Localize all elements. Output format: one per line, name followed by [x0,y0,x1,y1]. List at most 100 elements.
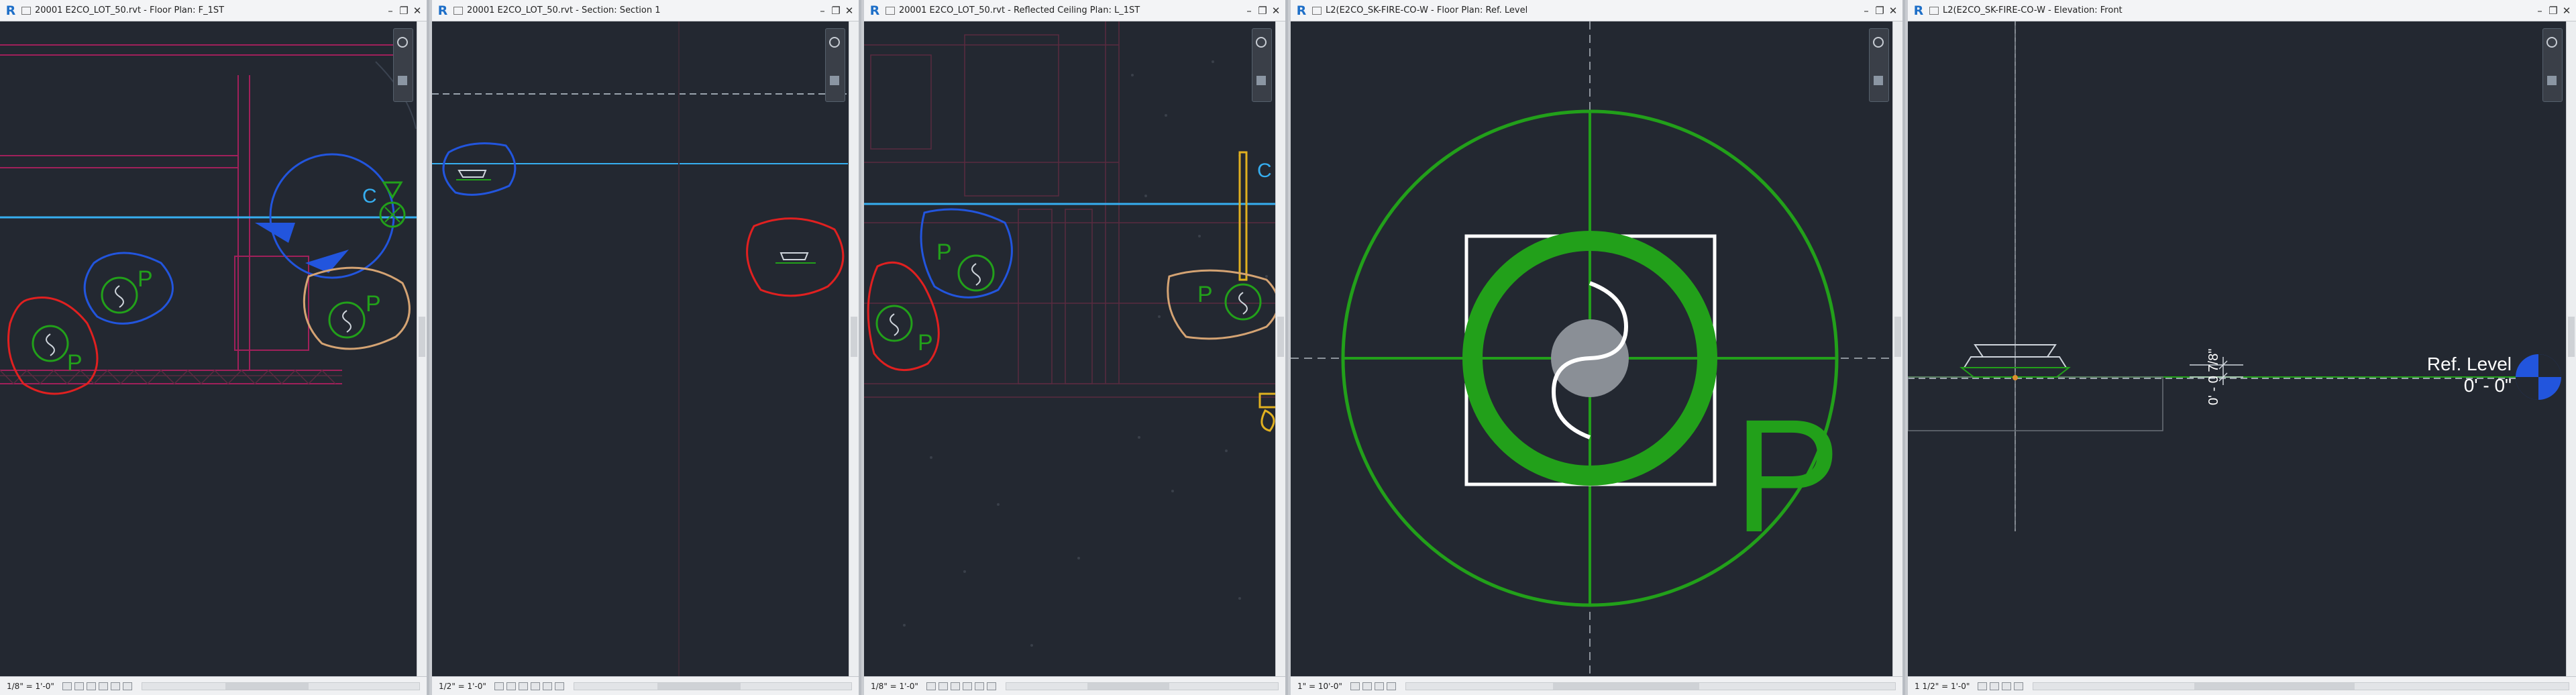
sun-path-icon[interactable] [950,682,960,690]
navigation-bar[interactable] [2542,28,2563,102]
minimize-button[interactable]: – [2533,3,2546,18]
steering-wheel-icon[interactable] [829,37,840,48]
crop-view-icon[interactable] [2002,682,2012,690]
visual-style-icon[interactable] [1362,682,1372,690]
close-button[interactable]: ✕ [411,3,424,18]
view-control-bar: 1/8" = 1'-0" [0,676,427,695]
temporary-hide-icon[interactable] [122,682,132,690]
ceiling-plan-view-icon [885,6,895,15]
steering-wheel-icon[interactable] [1256,37,1267,48]
temporary-hide-icon[interactable] [2014,682,2024,690]
visual-style-icon[interactable] [506,682,516,690]
restore-button[interactable]: ❐ [1873,3,1886,18]
view-pane-reflected-ceiling-plan[interactable]: R 20001 E2CO_LOT_50.rvt - Reflected Ceil… [864,0,1288,695]
view-titlebar[interactable]: R 20001 E2CO_LOT_50.rvt - Floor Plan: F_… [0,0,427,21]
detail-level-icon[interactable] [926,682,936,690]
c-label: C [1257,160,1272,182]
big-p-label: P [1733,386,1841,566]
view-scale[interactable]: 1/2" = 1'-0" [439,682,486,691]
horizontal-scrollbar[interactable] [141,682,420,690]
zoom-icon[interactable] [1256,76,1266,85]
close-button[interactable]: ✕ [843,3,856,18]
zoom-icon[interactable] [830,76,839,85]
restore-button[interactable]: ❐ [829,3,843,18]
view-scale[interactable]: 1" = 10'-0" [1297,682,1342,691]
zoom-icon[interactable] [2547,76,2557,85]
vertical-scrollbar[interactable] [2566,21,2576,677]
view-pane-section[interactable]: R 20001 E2CO_LOT_50.rvt - Section: Secti… [432,0,861,695]
view-scale[interactable]: 1/8" = 1'-0" [871,682,918,691]
vertical-scrollbar[interactable] [849,21,859,677]
revit-logo-icon: R [5,3,16,18]
p-label: P [918,330,933,356]
sun-path-icon[interactable] [518,682,528,690]
visual-style-icon[interactable] [1990,682,2000,690]
crop-view-icon[interactable] [542,682,552,690]
shadows-icon[interactable] [962,682,972,690]
temporary-hide-icon[interactable] [554,682,564,690]
vertical-scrollbar[interactable] [1892,21,1902,677]
close-button[interactable]: ✕ [1269,3,1283,18]
drawing-canvas[interactable]: C P P P [864,21,1285,677]
minimize-button[interactable]: – [1242,3,1256,18]
view-pane-floor-plan[interactable]: R 20001 E2CO_LOT_50.rvt - Floor Plan: F_… [0,0,429,695]
sun-path-icon[interactable] [86,682,96,690]
close-button[interactable]: ✕ [2560,3,2573,18]
ref-level-label: Ref. Level [2427,354,2512,374]
horizontal-scrollbar[interactable] [1405,682,1896,690]
crop-view-icon[interactable] [1374,682,1384,690]
crop-view-icon[interactable] [110,682,120,690]
zoom-icon[interactable] [1874,76,1883,85]
navigation-bar[interactable] [1869,28,1889,102]
restore-button[interactable]: ❐ [397,3,411,18]
minimize-button[interactable]: – [1860,3,1873,18]
horizontal-scrollbar[interactable] [2033,682,2569,690]
temporary-hide-icon[interactable] [1386,682,1396,690]
close-button[interactable]: ✕ [1886,3,1900,18]
crop-view-icon[interactable] [974,682,984,690]
detail-level-icon[interactable] [1978,682,1988,690]
revit-logo-icon: R [1913,3,1924,18]
view-control-bar: 1" = 10'-0" [1291,676,1902,695]
drawing-canvas[interactable] [432,21,859,677]
view-pane-elevation[interactable]: R L2(E2CO_SK-FIRE-CO-W - Elevation: Fron… [1908,0,2576,695]
vertical-scrollbar[interactable] [417,21,427,677]
view-titlebar[interactable]: R 20001 E2CO_LOT_50.rvt - Reflected Ceil… [864,0,1285,21]
minimize-button[interactable]: – [384,3,397,18]
steering-wheel-icon[interactable] [2546,37,2557,48]
restore-button[interactable]: ❐ [2546,3,2560,18]
vertical-scrollbar[interactable] [1275,21,1285,677]
navigation-bar[interactable] [1252,28,1272,102]
detail-level-icon[interactable] [62,682,72,690]
steering-wheel-icon[interactable] [1873,37,1884,48]
level-head-icon[interactable] [2516,354,2561,400]
horizontal-scrollbar[interactable] [573,682,852,690]
shadows-icon[interactable] [98,682,108,690]
shadows-icon[interactable] [530,682,540,690]
view-titlebar[interactable]: R 20001 E2CO_LOT_50.rvt - Section: Secti… [432,0,859,21]
detail-level-icon[interactable] [1350,682,1360,690]
drawing-canvas[interactable]: C P P P [0,21,427,677]
detail-level-icon[interactable] [494,682,504,690]
navigation-bar[interactable] [825,28,845,102]
ref-level-elevation: 0' - 0" [2464,375,2512,396]
zoom-icon[interactable] [398,76,407,85]
temporary-hide-icon[interactable] [986,682,996,690]
restore-button[interactable]: ❐ [1256,3,1269,18]
view-scale[interactable]: 1/8" = 1'-0" [7,682,54,691]
fire-co-symbol-drawing: P [1291,21,1902,677]
minimize-button[interactable]: – [816,3,829,18]
view-titlebar[interactable]: R L2(E2CO_SK-FIRE-CO-W - Floor Plan: Ref… [1291,0,1902,21]
drawing-canvas[interactable]: 0' - 0 7/8" Ref. Level 0' - 0" [1908,21,2576,677]
p-label: P [67,350,83,376]
visual-style-icon[interactable] [938,682,948,690]
visual-style-icon[interactable] [74,682,84,690]
revit-logo-icon: R [1296,3,1307,18]
steering-wheel-icon[interactable] [397,37,408,48]
view-titlebar[interactable]: R L2(E2CO_SK-FIRE-CO-W - Elevation: Fron… [1908,0,2576,21]
drawing-canvas[interactable]: P [1291,21,1902,677]
view-pane-family-floor-plan[interactable]: R L2(E2CO_SK-FIRE-CO-W - Floor Plan: Ref… [1291,0,1905,695]
horizontal-scrollbar[interactable] [1005,682,1279,690]
navigation-bar[interactable] [393,28,413,102]
view-scale[interactable]: 1 1/2" = 1'-0" [1915,682,1970,691]
